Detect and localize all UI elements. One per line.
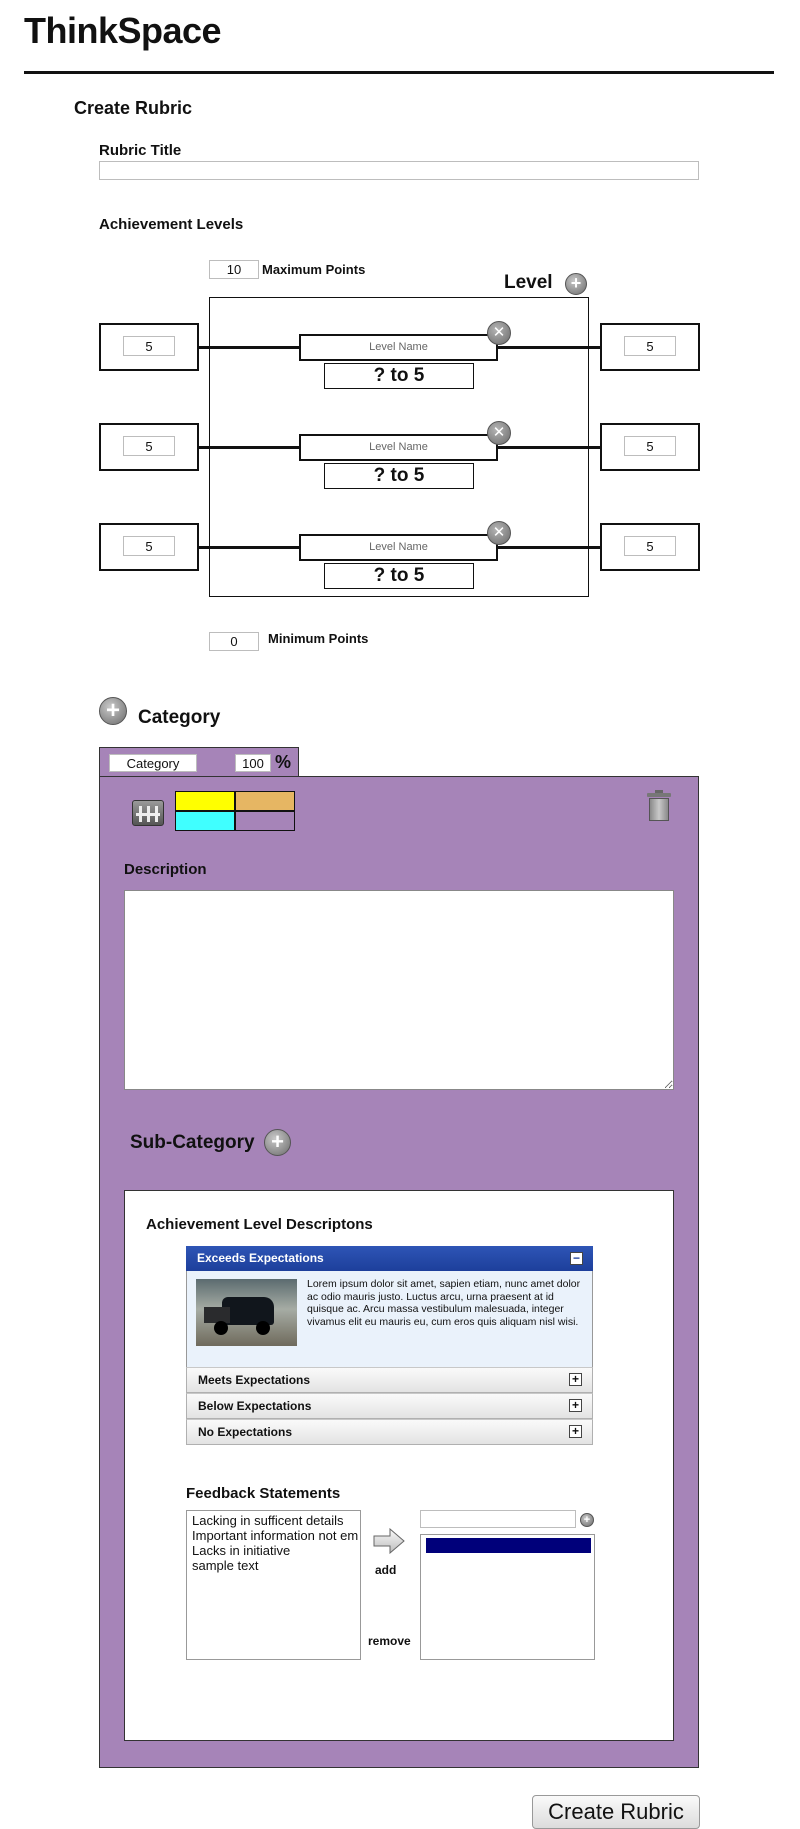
level-3-remove-button[interactable]: ✕ (487, 521, 511, 545)
feedback-source-list[interactable]: Lacking in sufficent details Important i… (186, 1510, 361, 1660)
connector-line (199, 546, 299, 549)
close-icon: ✕ (492, 324, 506, 341)
subcategory-heading: Sub-Category (130, 1132, 255, 1153)
add-feedback-button[interactable]: + (580, 1513, 594, 1527)
color-swatch-yellow[interactable] (175, 791, 235, 811)
accordion-body: Lorem ipsum dolor sit amet, sapien etiam… (186, 1271, 593, 1367)
connector-line (498, 346, 600, 349)
list-item[interactable]: sample text (192, 1558, 355, 1573)
level-label: Level (504, 272, 553, 293)
plus-icon: + (583, 1514, 591, 1526)
list-item[interactable]: Lacks in initiative (192, 1543, 355, 1558)
plus-icon: + (105, 697, 120, 724)
achievement-descriptions-heading: Achievement Level Descriptons (146, 1216, 373, 1233)
header-divider (24, 71, 774, 74)
descriptions-accordion: Exceeds Expectations − Lorem ipsum dolor… (186, 1246, 593, 1445)
accordion-item-label: Below Expectations (198, 1399, 312, 1413)
add-level-button[interactable]: + (565, 273, 587, 295)
color-swatch-cyan[interactable] (175, 811, 235, 831)
trash-icon[interactable] (646, 790, 672, 822)
level-1-range: ? to 5 (324, 363, 474, 389)
accordion-item[interactable]: No Expectations + (186, 1419, 593, 1445)
create-rubric-button[interactable]: Create Rubric (532, 1795, 700, 1829)
level-2-left-input[interactable] (123, 436, 175, 456)
close-icon: ✕ (492, 424, 506, 441)
truck-image (196, 1279, 297, 1346)
level-3-right-input[interactable] (624, 536, 676, 556)
level-2-name-input[interactable]: Level Name (299, 434, 498, 461)
color-swatch-purple[interactable] (235, 811, 295, 831)
level-2-right-input[interactable] (624, 436, 676, 456)
description-textarea[interactable] (124, 890, 674, 1090)
accordion-title: Exceeds Expectations (197, 1251, 324, 1265)
feedback-selected-list[interactable] (420, 1534, 595, 1660)
rubric-title-input[interactable] (99, 161, 699, 180)
level-1-left-input[interactable] (123, 336, 175, 356)
level-1-left-box (99, 323, 199, 371)
percent-symbol: % (275, 752, 292, 772)
add-label[interactable]: add (375, 1563, 396, 1577)
description-label: Description (124, 861, 207, 878)
close-icon: ✕ (492, 524, 506, 541)
min-points-label: Minimum Points (268, 631, 369, 646)
level-3-right-box (600, 523, 700, 571)
category-heading: Category (138, 707, 221, 728)
level-3-left-input[interactable] (123, 536, 175, 556)
connector-line (498, 446, 600, 449)
level-1-right-input[interactable] (624, 336, 676, 356)
plus-icon[interactable]: + (569, 1425, 582, 1438)
level-2-left-box (99, 423, 199, 471)
page-title: Create Rubric (74, 98, 193, 118)
max-points-input[interactable] (209, 260, 259, 279)
minus-icon[interactable]: − (570, 1252, 583, 1265)
selected-list-item[interactable] (426, 1538, 591, 1553)
min-points-input[interactable] (209, 632, 259, 651)
level-1-name-input[interactable]: Level Name (299, 334, 498, 361)
description-text: Lorem ipsum dolor sit amet, sapien etiam… (307, 1278, 581, 1328)
level-3-name-input[interactable]: Level Name (299, 534, 498, 561)
level-2-right-box (600, 423, 700, 471)
level-3-left-box (99, 523, 199, 571)
max-points-label: Maximum Points (262, 262, 366, 277)
new-feedback-input[interactable] (420, 1510, 576, 1528)
rubric-title-label: Rubric Title (99, 142, 182, 159)
achievement-levels-heading: Achievement Levels (99, 216, 244, 233)
list-item[interactable]: Lacking in sufficent details (192, 1513, 355, 1528)
level-1-remove-button[interactable]: ✕ (487, 321, 511, 345)
accordion-item[interactable]: Below Expectations + (186, 1393, 593, 1419)
feedback-heading: Feedback Statements (186, 1485, 341, 1502)
accordion-item[interactable]: Meets Expectations + (186, 1367, 593, 1393)
level-1-right-box (600, 323, 700, 371)
accordion-item-label: Meets Expectations (198, 1373, 311, 1387)
connector-line (199, 446, 299, 449)
connector-line (498, 546, 600, 549)
level-2-range: ? to 5 (324, 463, 474, 489)
category-percent-input[interactable] (235, 754, 271, 772)
connector-line (199, 346, 299, 349)
remove-label[interactable]: remove (368, 1634, 411, 1648)
accordion-header-active[interactable]: Exceeds Expectations − (186, 1246, 593, 1271)
add-subcategory-button[interactable]: + (264, 1129, 291, 1156)
add-arrow-icon[interactable] (373, 1527, 405, 1559)
color-swatch-tan[interactable] (235, 791, 295, 811)
level-2-remove-button[interactable]: ✕ (487, 421, 511, 445)
app-title: ThinkSpace (24, 10, 222, 51)
level-3-range: ? to 5 (324, 563, 474, 589)
list-item[interactable]: Important information not em (192, 1528, 358, 1543)
plus-icon[interactable]: + (569, 1399, 582, 1412)
category-name-input[interactable] (109, 754, 197, 772)
accordion-item-label: No Expectations (198, 1425, 293, 1439)
add-category-button[interactable]: + (99, 697, 127, 725)
plus-icon[interactable]: + (569, 1373, 582, 1386)
plus-icon: + (271, 1129, 284, 1154)
sliders-icon[interactable] (132, 800, 164, 826)
plus-icon: + (570, 273, 582, 293)
